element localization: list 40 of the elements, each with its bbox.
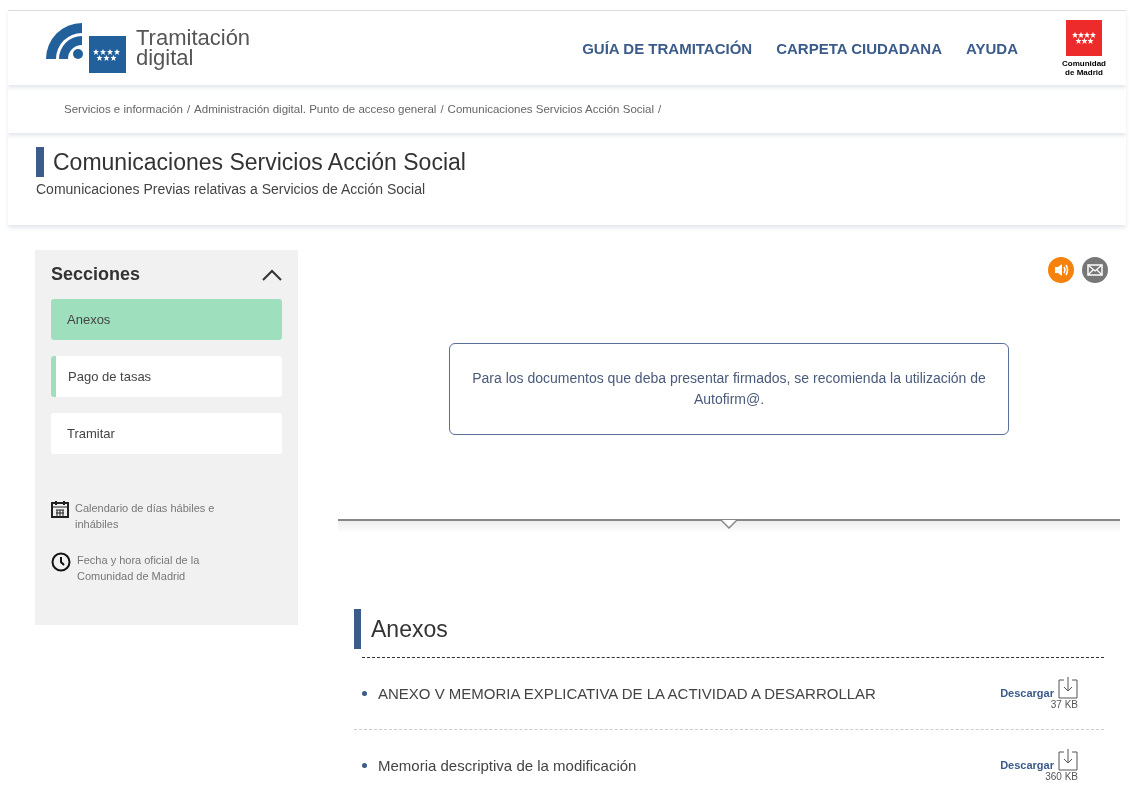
region-flag-icon bbox=[1066, 19, 1102, 56]
page-title: Comunicaciones Servicios Acción Social bbox=[53, 148, 466, 177]
sidebar-link[interactable]: Calendario de días hábiles e inhábiles bbox=[75, 500, 245, 532]
section-title: Anexos bbox=[371, 615, 448, 643]
download-icon bbox=[1058, 749, 1078, 771]
nav-link[interactable]: CARPETA CIUDADANA bbox=[776, 39, 943, 57]
download-icon bbox=[1058, 677, 1078, 699]
breadcrumb-link[interactable]: Servicios e información bbox=[64, 103, 183, 115]
notice-text: Para los documentos que deba presentar firmados, se recomienda la utilización de Autofirm@. bbox=[449, 343, 1009, 435]
sidebar-title: Secciones bbox=[51, 264, 141, 285]
annex-name: Memoria descriptiva de la modificación bbox=[378, 757, 638, 774]
bullet-icon bbox=[362, 691, 367, 696]
logo-icon bbox=[46, 22, 126, 74]
breadcrumb-separator: / bbox=[658, 103, 662, 115]
file-size: 360 KB bbox=[1045, 771, 1078, 782]
file-size: 37 KB bbox=[1050, 699, 1078, 710]
section-item[interactable]: Tramitar bbox=[51, 413, 282, 454]
calendar-icon bbox=[51, 500, 69, 518]
breadcrumb-separator: / bbox=[186, 103, 191, 115]
section-item[interactable]: Pago de tasas bbox=[51, 356, 282, 397]
clock-icon bbox=[51, 552, 71, 572]
nav-link[interactable]: AYUDA bbox=[966, 39, 1018, 57]
page-subtitle: Comunicaciones Previas relativas a Servicios de Acción Social bbox=[36, 181, 427, 197]
download-link[interactable]: Descargar bbox=[1000, 677, 1078, 699]
breadcrumb-link[interactable]: Administración digital. Punto de acceso general bbox=[194, 103, 437, 115]
bullet-icon bbox=[362, 763, 367, 768]
breadcrumb-link[interactable]: Comunicaciones Servicios Acción Social bbox=[447, 103, 655, 115]
speaker-icon[interactable] bbox=[1048, 257, 1074, 283]
sidebar-link[interactable]: Fecha y hora oficial de la Comunidad de Madrid bbox=[77, 552, 247, 584]
mail-icon[interactable] bbox=[1082, 257, 1108, 283]
download-link[interactable]: Descargar bbox=[1000, 749, 1078, 771]
title-accent-bar bbox=[354, 609, 361, 649]
breadcrumb-separator: / bbox=[440, 103, 444, 115]
chevron-icon[interactable] bbox=[262, 268, 282, 281]
section-item[interactable]: Anexos bbox=[51, 299, 282, 340]
region-logo-text: Comunidad de Madrid bbox=[1062, 58, 1106, 77]
logo-text: Tramitación digital bbox=[136, 28, 251, 68]
title-accent-bar bbox=[36, 147, 44, 177]
annex-name: ANEXO V MEMORIA EXPLICATIVA DE LA ACTIVIDAD A DESARROLLAR bbox=[378, 685, 877, 702]
nav-link[interactable]: GUÍA DE TRAMITACIÓN bbox=[582, 39, 753, 57]
